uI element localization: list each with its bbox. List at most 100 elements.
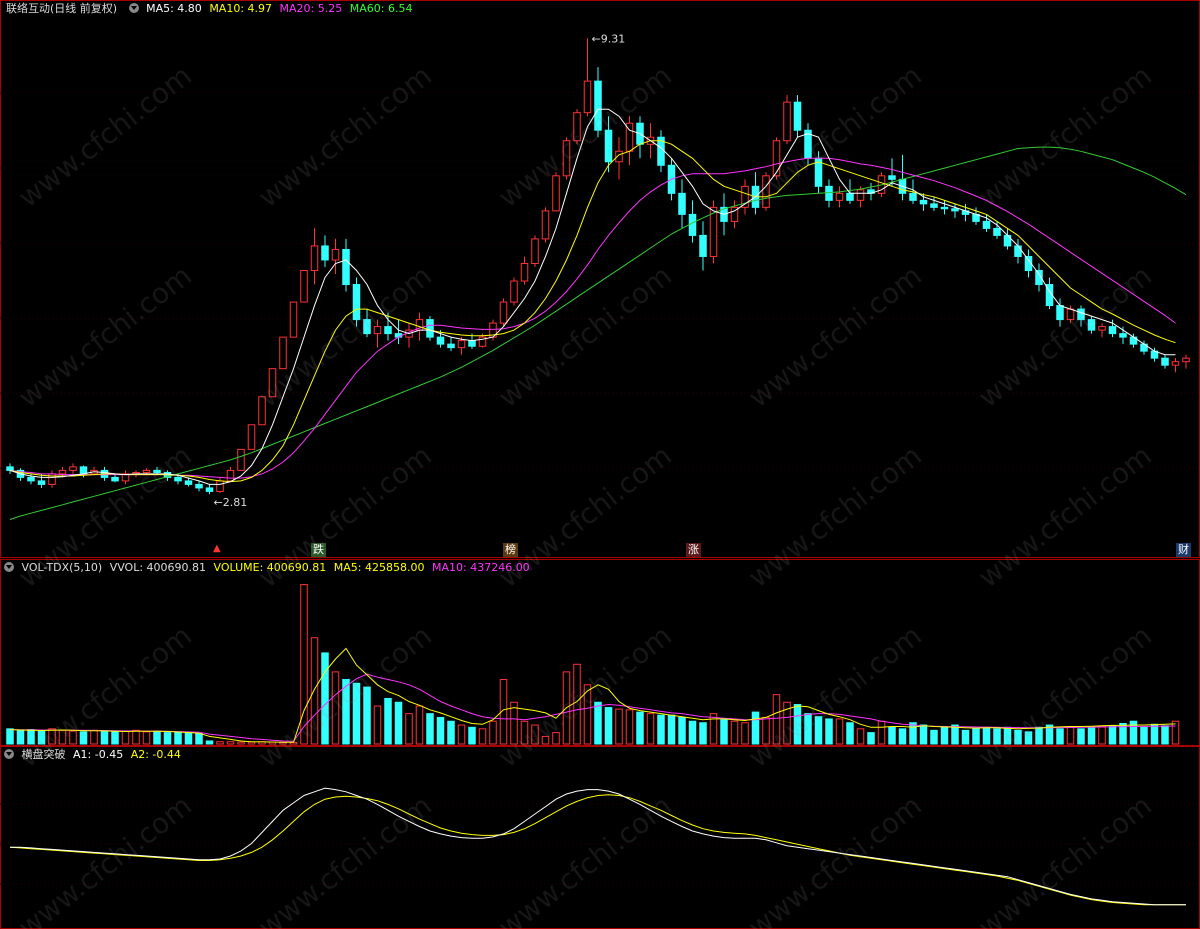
candle-body (216, 480, 224, 492)
volume-bar (436, 716, 445, 745)
volume-bar (772, 694, 781, 745)
candle-body (1066, 308, 1075, 321)
candle-body (1119, 333, 1127, 338)
volume-bar (1003, 726, 1012, 745)
volume-bar (531, 724, 539, 745)
volume-bar (825, 718, 833, 745)
candle-body (195, 483, 203, 489)
price-pane[interactable]: 联络互动(日线 前复权) MA5: 4.80 MA10: 4.97 MA20: … (0, 0, 1200, 558)
volume-bar (835, 718, 844, 745)
candle-body (573, 112, 581, 142)
marker-arrow-icon: ▲ (213, 543, 221, 554)
volume-bar (1035, 726, 1043, 745)
volume-bar (1140, 726, 1148, 745)
volume-bar (594, 701, 602, 745)
volume-bar (216, 741, 224, 745)
volume-bar (730, 720, 739, 745)
candle-body (436, 336, 445, 345)
volume-bar (678, 716, 686, 745)
volume-bar (79, 731, 88, 745)
candle-body (342, 248, 350, 286)
volume-bar (58, 729, 67, 745)
candle-body (1108, 326, 1117, 335)
volume-bar (972, 728, 980, 745)
candle-body (247, 424, 256, 450)
candle-body (1087, 319, 1096, 331)
volume-bar (657, 714, 665, 745)
candle-body (468, 340, 476, 347)
price-chart[interactable]: ←9.31 ←2.81 (0, 0, 1200, 558)
candle-body (457, 340, 466, 349)
volume-bar (688, 720, 697, 745)
candle-body (531, 238, 539, 264)
volume-bar (1087, 727, 1096, 745)
volume-bar (394, 701, 403, 745)
marker-zhang[interactable]: 涨 (686, 543, 701, 557)
volume-bar (636, 711, 644, 745)
candle-body (699, 234, 707, 257)
candle-body (1077, 308, 1085, 321)
volume-bar (846, 722, 854, 745)
volume-bar (615, 708, 623, 745)
volume-bar (384, 697, 392, 745)
volume-bar (457, 724, 466, 745)
candle-body (846, 192, 854, 201)
volume-bar (898, 728, 907, 745)
volume-bar (321, 652, 329, 745)
candle-body (1098, 326, 1106, 331)
ma5-line (9, 108, 1176, 485)
candle-body (856, 189, 865, 201)
candle-body (237, 448, 245, 471)
candle-body (552, 175, 560, 212)
candle-body (1014, 245, 1022, 257)
indicator-chart[interactable] (0, 746, 1200, 929)
volume-pane[interactable]: VOL-TDX(5,10) VVOL: 400690.81 VOLUME: 40… (0, 559, 1200, 746)
marker-cai[interactable]: 财 (1176, 543, 1191, 557)
volume-bar (646, 713, 655, 745)
volume-bar (121, 730, 130, 745)
volume-bar (867, 732, 875, 745)
volume-bar (16, 729, 25, 745)
marker-row: ▲ 跌 榜 涨 财 (0, 543, 1200, 558)
volume-bar (888, 726, 896, 745)
candle-body (562, 140, 571, 177)
volume-bar (100, 730, 109, 745)
candle-body (762, 175, 770, 208)
volume-bar (940, 726, 949, 745)
volume-bar (27, 729, 35, 745)
volume-bar (1014, 729, 1022, 745)
marker-die[interactable]: 跌 (311, 543, 326, 557)
volume-bar (573, 663, 581, 745)
marker-bang[interactable]: 榜 (503, 543, 518, 557)
candle-body (940, 206, 949, 210)
volume-bar (993, 728, 1001, 745)
volume-bar (909, 722, 917, 745)
candle-body (331, 248, 340, 261)
candle-body (604, 129, 613, 163)
candle-body (27, 476, 35, 482)
candle-body (541, 210, 550, 240)
ma60-line (9, 146, 1187, 520)
candle-body (1171, 361, 1180, 366)
volume-bar (520, 720, 529, 745)
candle-body (268, 368, 277, 398)
indicator-pane[interactable]: 横盘突破 A1: -0.45 A2: -0.44 (0, 746, 1200, 929)
volume-bar (331, 671, 340, 745)
candle-body (793, 101, 802, 131)
volume-bar (226, 741, 235, 745)
volume-bar (814, 716, 823, 745)
volume-bar (237, 741, 245, 745)
candle-body (363, 319, 371, 335)
candle-body (58, 469, 67, 475)
volume-bar (478, 728, 487, 745)
candle-body (951, 208, 959, 212)
volume-bar (856, 728, 865, 745)
volume-bar (552, 732, 560, 745)
candle-body (1182, 357, 1190, 363)
volume-bar (1098, 726, 1106, 745)
candle-body (352, 284, 361, 321)
volume-bar (1108, 725, 1117, 745)
volume-chart[interactable] (0, 559, 1200, 746)
volume-bar (741, 722, 749, 745)
volume-bar (720, 719, 728, 745)
